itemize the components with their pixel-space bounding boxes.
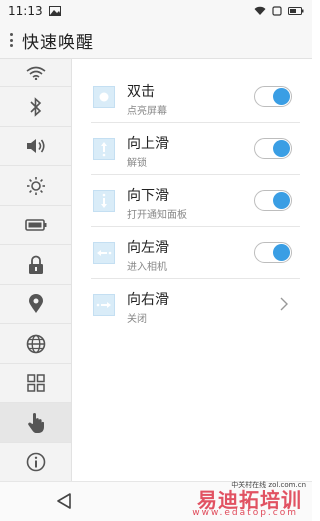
battery-icon [24,219,46,231]
settings-sidebar [0,59,72,481]
apps-grid-icon [26,374,45,392]
hand-gesture-icon [27,412,44,433]
gesture-label: 向上滑 [127,136,169,152]
swipe-left-icon [93,242,115,264]
swipe-down-icon [93,190,115,212]
watermark-small: 中关村在线 zol.com.cn [231,481,306,489]
back-icon[interactable] [56,492,72,510]
sidebar-item-wifi[interactable] [0,59,71,87]
double-tap-toggle[interactable] [254,86,292,107]
gesture-action: 关闭 [127,314,147,325]
swipe-down-toggle[interactable] [254,190,292,211]
sidebar-item-security[interactable] [0,245,71,285]
gesture-action: 解锁 [127,158,147,169]
swipe-up-toggle[interactable] [254,138,292,159]
double-tap-icon [93,86,115,108]
gesture-label: 向左滑 [127,240,169,256]
gesture-action: 打开通知面板 [127,210,187,221]
sidebar-item-location[interactable] [0,285,71,324]
swipe-right-icon [93,294,115,316]
app-bar: 快速唤醒 [0,22,312,59]
gesture-row-swipe-right[interactable]: 向右滑 关闭 [72,279,312,331]
sidebar-item-apps[interactable] [0,364,71,403]
gesture-row-swipe-up[interactable]: 向上滑 解锁 [72,123,312,175]
wifi-icon [26,66,45,80]
location-icon [28,294,43,313]
battery-status-icon [288,7,304,15]
gesture-action: 进入相机 [127,262,167,273]
gesture-label: 双击 [127,84,155,100]
sidebar-item-about[interactable] [0,443,71,481]
volume-icon [26,139,45,153]
chevron-right-icon[interactable] [278,296,290,312]
watermark-url: www.edatop.com [192,508,298,518]
screen-rotation-icon [272,6,282,16]
bluetooth-icon [29,96,41,117]
gesture-row-swipe-down[interactable]: 向下滑 打开通知面板 [72,175,312,227]
lock-icon [28,255,43,274]
gesture-label: 向下滑 [127,188,169,204]
swipe-up-icon [93,138,115,160]
overflow-menu-icon[interactable] [6,31,16,49]
globe-icon [26,334,45,353]
sidebar-item-gestures[interactable] [0,403,71,443]
brightness-icon [26,176,45,195]
gesture-row-swipe-left[interactable]: 向左滑 进入相机 [72,227,312,279]
page-title: 快速唤醒 [22,32,94,53]
wifi-signal-icon [254,6,266,15]
image-notification-icon [48,6,61,16]
sidebar-item-sound[interactable] [0,127,71,166]
gesture-row-double-tap[interactable]: 双击 点亮屏幕 [72,71,312,123]
swipe-left-toggle[interactable] [254,242,292,263]
navigation-bar: 易迪拓培训 www.edatop.com 中关村在线 zol.com.cn [0,481,312,521]
sidebar-item-display[interactable] [0,166,71,206]
sidebar-item-language[interactable] [0,324,71,364]
gesture-action: 点亮屏幕 [127,106,167,117]
status-time: 11:13 [8,4,43,18]
sidebar-item-bluetooth[interactable] [0,87,71,127]
status-bar: 11:13 [0,0,312,22]
gesture-label: 向右滑 [127,292,169,308]
sidebar-item-battery[interactable] [0,206,71,245]
info-icon [26,452,45,472]
